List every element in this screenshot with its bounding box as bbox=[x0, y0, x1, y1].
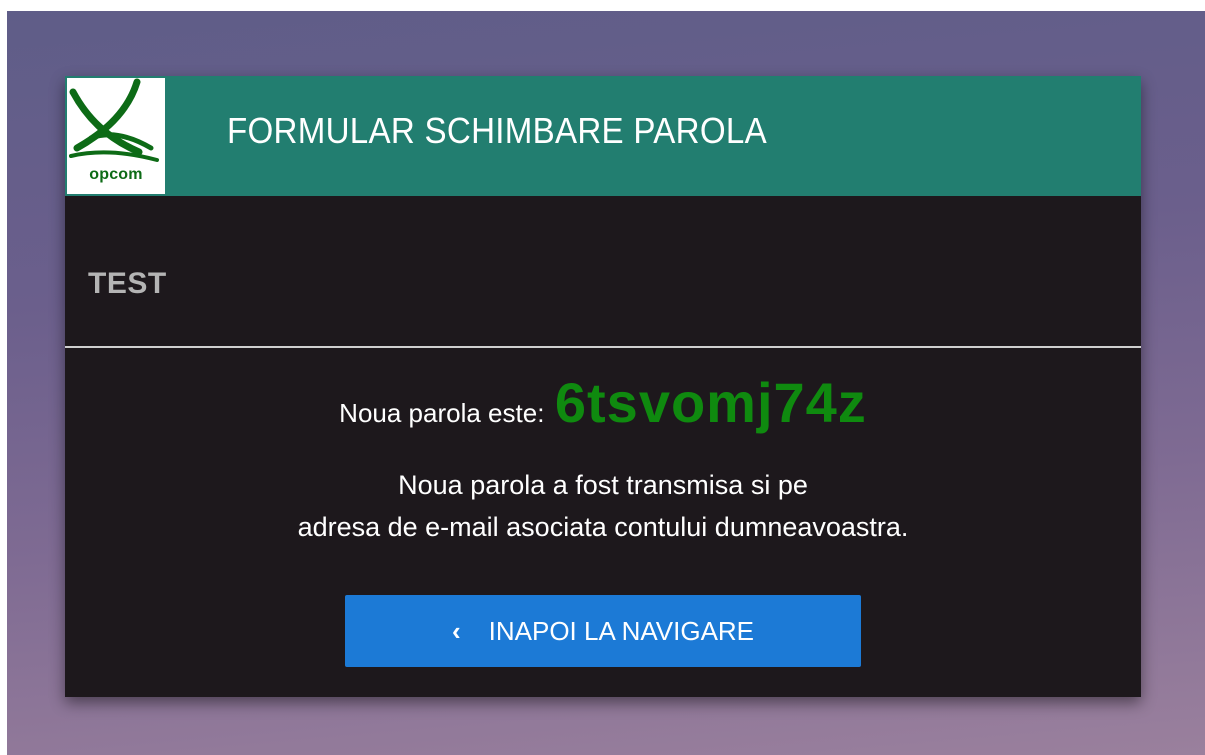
card-header: opcom FORMULAR SCHIMBARE PAROLA bbox=[65, 76, 1141, 196]
new-password-value[interactable]: 6tsvomj74z bbox=[555, 371, 867, 434]
section-label: TEST bbox=[88, 267, 167, 300]
opcom-logo: opcom bbox=[67, 78, 165, 194]
page-title: FORMULAR SCHIMBARE PAROLA bbox=[227, 110, 767, 151]
email-info-text: Noua parola a fost transmisa si pe adres… bbox=[65, 464, 1141, 548]
info-line-2: adresa de e-mail asociata contului dumne… bbox=[297, 512, 909, 542]
logo-swoosh-icon bbox=[69, 78, 159, 162]
back-button-label: INAPOI LA NAVIGARE bbox=[488, 615, 755, 646]
chevron-left-icon: ‹ bbox=[451, 615, 461, 646]
logo-text: opcom bbox=[89, 166, 143, 183]
new-password-label: Noua parola este: bbox=[339, 398, 545, 428]
back-to-navigation-button[interactable]: ‹ INAPOI LA NAVIGARE bbox=[345, 595, 861, 667]
password-change-card: opcom FORMULAR SCHIMBARE PAROLA TEST Nou… bbox=[65, 76, 1141, 697]
new-password-line: Noua parola este: 6tsvomj74z bbox=[65, 370, 1141, 435]
divider bbox=[65, 346, 1141, 348]
info-line-1: Noua parola a fost transmisa si pe bbox=[398, 470, 808, 500]
